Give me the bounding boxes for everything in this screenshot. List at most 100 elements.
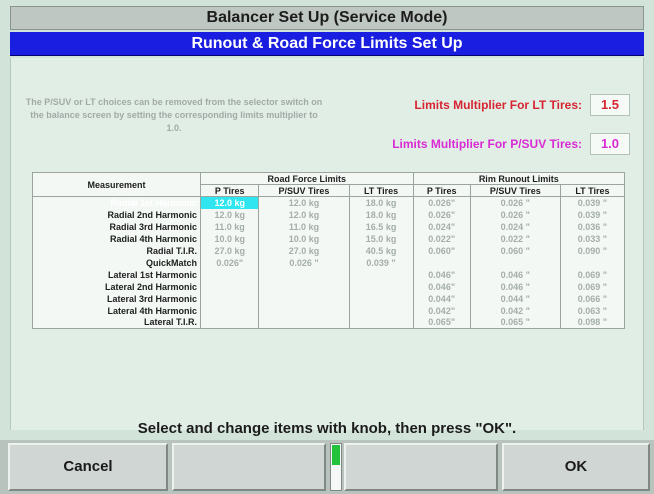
limit-cell-rf-psuv[interactable] (258, 316, 350, 329)
blank-button-1[interactable] (172, 443, 326, 491)
limit-cell-rf-psuv[interactable]: 27.0 kg (258, 244, 350, 257)
limit-cell-rf-p[interactable]: 10.0 kg (199, 232, 260, 245)
limit-cell-rr-psuv[interactable]: 0.026 " (469, 208, 561, 221)
table-row: Radial 2nd Harmonic 12.0 kg 12.0 kg 18.0 kg… (32, 208, 626, 221)
limit-cell-rf-p[interactable] (199, 292, 260, 305)
row-measurement-label: Radial 3rd Harmonic (32, 220, 201, 233)
limit-cell-rf-psuv[interactable]: 12.0 kg (258, 196, 350, 209)
lt-multiplier-value[interactable]: 1.5 (590, 94, 630, 116)
limit-cell-rf-p[interactable]: 11.0 kg (199, 220, 260, 233)
row-measurement-label: Lateral 1st Harmonic (32, 268, 201, 281)
limit-cell-rf-lt[interactable]: 0.039 " (348, 256, 414, 269)
row-measurement-label: QuickMatch (32, 256, 201, 269)
limit-cell-rf-lt[interactable]: 18.0 kg (348, 208, 414, 221)
limit-cell-rr-lt[interactable]: 0.033 " (559, 232, 626, 245)
limit-cell-rr-psuv[interactable]: 0.024 " (469, 220, 561, 233)
limit-cell-rf-psuv[interactable] (258, 280, 350, 293)
limit-cell-rr-lt[interactable]: 0.039 " (559, 196, 626, 209)
limit-cell-rf-psuv[interactable] (258, 304, 350, 317)
limit-cell-rr-lt[interactable]: 0.098 " (559, 316, 626, 329)
table-row: Radial 3rd Harmonic 11.0 kg 11.0 kg 16.5 kg… (32, 220, 626, 233)
psuv-multiplier-row: Limits Multiplier For P/SUV Tires: 1.0 (392, 132, 630, 156)
limit-cell-rr-p[interactable]: 0.065" (412, 316, 471, 329)
limit-cell-rr-lt[interactable]: 0.069 " (559, 268, 626, 281)
psuv-multiplier-value[interactable]: 1.0 (590, 133, 630, 155)
limit-cell-rr-psuv[interactable]: 0.022 " (469, 232, 561, 245)
limit-cell-rr-p[interactable]: 0.060" (412, 244, 471, 257)
limit-cell-rf-lt[interactable] (348, 268, 414, 281)
table-row: Lateral 1st Harmonic 0.046" 0.046 " 0.069 " (32, 268, 626, 281)
row-measurement-label: Radial 2nd Harmonic (32, 208, 201, 221)
limit-cell-rr-psuv[interactable]: 0.042 " (469, 304, 561, 317)
limit-cell-rf-lt[interactable] (348, 280, 414, 293)
limit-cell-rr-p[interactable]: 0.026" (412, 196, 471, 209)
limits-table: Measurement Road Force Limits Rim Runout… (32, 172, 626, 329)
rr-lt-header: LT Tires (559, 184, 626, 197)
limit-cell-rf-p[interactable]: 12.0 kg (199, 196, 260, 209)
limit-cell-rr-psuv[interactable]: 0.026 " (469, 196, 561, 209)
blank-button-2[interactable] (344, 443, 498, 491)
cancel-button[interactable]: Cancel (8, 443, 168, 491)
limit-cell-rr-psuv[interactable]: 0.060 " (469, 244, 561, 257)
table-row: Lateral T.I.R. 0.065" 0.065 " 0.098 " (32, 316, 626, 329)
limit-cell-rr-p[interactable]: 0.024" (412, 220, 471, 233)
limit-cell-rr-p[interactable]: 0.044" (412, 292, 471, 305)
row-measurement-label: Radial 1st Harmonic (32, 196, 201, 209)
limit-cell-rf-lt[interactable]: 18.0 kg (348, 196, 414, 209)
limit-cell-rf-p[interactable]: 0.026" (199, 256, 260, 269)
rf-lt-header: LT Tires (348, 184, 414, 197)
row-measurement-label: Lateral T.I.R. (32, 316, 201, 329)
limit-cell-rr-psuv[interactable]: 0.046 " (469, 268, 561, 281)
limit-cell-rf-psuv[interactable]: 10.0 kg (258, 232, 350, 245)
limit-cell-rf-psuv[interactable]: 0.026 " (258, 256, 350, 269)
limit-cell-rr-p[interactable]: 0.046" (412, 268, 471, 281)
row-measurement-label: Radial 4th Harmonic (32, 232, 201, 245)
limit-cell-rr-lt[interactable]: 0.090 " (559, 244, 626, 257)
limit-cell-rf-lt[interactable]: 16.5 kg (348, 220, 414, 233)
limit-cell-rr-lt[interactable] (559, 256, 626, 269)
limit-cell-rr-lt[interactable]: 0.039 " (559, 208, 626, 221)
limit-cell-rr-lt[interactable]: 0.066 " (559, 292, 626, 305)
limit-cell-rr-psuv[interactable]: 0.046 " (469, 280, 561, 293)
table-row: Radial T.I.R. 27.0 kg 27.0 kg 40.5 kg 0.060"… (32, 244, 626, 257)
limit-cell-rr-p[interactable]: 0.026" (412, 208, 471, 221)
table-row: Lateral 3rd Harmonic 0.044" 0.044 " 0.066 " (32, 292, 626, 305)
limit-cell-rr-lt[interactable]: 0.069 " (559, 280, 626, 293)
limit-cell-rf-lt[interactable]: 40.5 kg (348, 244, 414, 257)
limit-cell-rr-p[interactable]: 0.042" (412, 304, 471, 317)
rim-runout-header: Rim Runout Limits (412, 172, 626, 185)
limit-cell-rf-lt[interactable]: 15.0 kg (348, 232, 414, 245)
limit-cell-rf-psuv[interactable] (258, 268, 350, 281)
limit-cell-rf-lt[interactable] (348, 316, 414, 329)
limit-cell-rr-p[interactable]: 0.022" (412, 232, 471, 245)
limit-cell-rf-lt[interactable] (348, 304, 414, 317)
table-row: Radial 4th Harmonic 10.0 kg 10.0 kg 15.0 kg… (32, 232, 626, 245)
limit-cell-rf-p[interactable]: 12.0 kg (199, 208, 260, 221)
limit-cell-rf-p[interactable] (199, 280, 260, 293)
row-measurement-label: Radial T.I.R. (32, 244, 201, 257)
row-measurement-label: Lateral 2nd Harmonic (32, 280, 201, 293)
limit-cell-rf-psuv[interactable]: 11.0 kg (258, 220, 350, 233)
limit-cell-rr-psuv[interactable] (469, 256, 561, 269)
limit-cell-rf-lt[interactable] (348, 292, 414, 305)
limit-cell-rf-psuv[interactable] (258, 292, 350, 305)
limit-cell-rr-psuv[interactable]: 0.044 " (469, 292, 561, 305)
table-row: Radial 1st Harmonic 12.0 kg 12.0 kg 18.0 kg… (32, 196, 626, 209)
limit-cell-rf-p[interactable] (199, 268, 260, 281)
ok-button[interactable]: OK (502, 443, 650, 491)
limit-cell-rr-psuv[interactable]: 0.065 " (469, 316, 561, 329)
rf-psuv-header: P/SUV Tires (258, 184, 350, 197)
limit-cell-rr-lt[interactable]: 0.063 " (559, 304, 626, 317)
window-title: Balancer Set Up (Service Mode) (10, 6, 644, 30)
knob-indicator-fill (332, 445, 340, 465)
limit-cell-rr-p[interactable] (412, 256, 471, 269)
limit-cell-rf-p[interactable]: 27.0 kg (199, 244, 260, 257)
limit-cell-rf-p[interactable] (199, 316, 260, 329)
limit-cell-rf-psuv[interactable]: 12.0 kg (258, 208, 350, 221)
limit-cell-rf-p[interactable] (199, 304, 260, 317)
limit-cell-rr-p[interactable]: 0.046" (412, 280, 471, 293)
instruction-text: Select and change items with knob, then … (137, 420, 517, 437)
limit-cell-rr-lt[interactable]: 0.036 " (559, 220, 626, 233)
rr-psuv-header: P/SUV Tires (469, 184, 561, 197)
table-row: QuickMatch 0.026" 0.026 " 0.039 " (32, 256, 626, 269)
